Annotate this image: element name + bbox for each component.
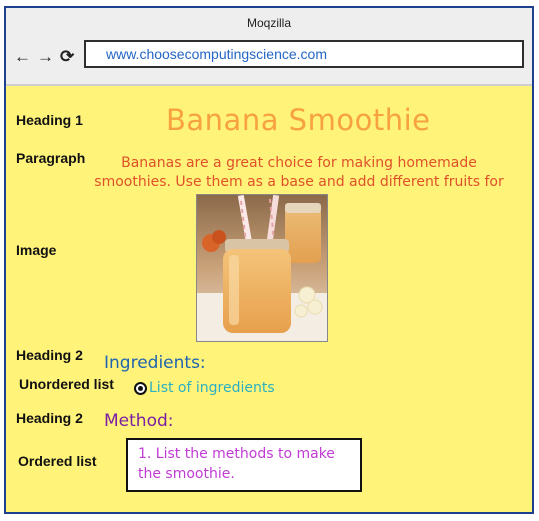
address-bar[interactable]: www.choosecomputingscience.com [84, 40, 524, 68]
back-arrow-icon[interactable]: ← [14, 48, 31, 66]
list-item-text: List of ingredients [149, 380, 275, 396]
label-paragraph: Paragraph [16, 150, 86, 166]
bullet-icon [134, 381, 147, 395]
browser-window: Moqzilla ← → ⟳ www.choosecomputingscienc… [4, 6, 534, 514]
nav-controls: ← → ⟳ [14, 48, 74, 66]
label-heading-1: Heading 1 [16, 112, 83, 128]
label-image: Image [16, 242, 57, 258]
ingredients-heading: Ingredients: [104, 353, 206, 373]
reload-icon[interactable]: ⟳ [60, 48, 74, 66]
window-title: Moqzilla [246, 16, 291, 30]
method-heading: Method: [104, 411, 174, 431]
browser-chrome: Moqzilla ← → ⟳ www.choosecomputingscienc… [6, 8, 532, 86]
page-title: Banana Smoothie [166, 103, 431, 137]
ingredients-list-item: List of ingredients [134, 380, 275, 396]
label-heading-2-method: Heading 2 [16, 410, 83, 426]
label-unordered-list: Unordered list [19, 376, 114, 392]
smoothie-image [196, 194, 328, 342]
label-heading-2-ingredients: Heading 2 [16, 347, 83, 363]
forward-arrow-icon[interactable]: → [37, 48, 54, 66]
ordered-list-box: 1. List the methods to make the smoothie… [126, 438, 362, 492]
label-ordered-list: Ordered list [18, 453, 97, 469]
